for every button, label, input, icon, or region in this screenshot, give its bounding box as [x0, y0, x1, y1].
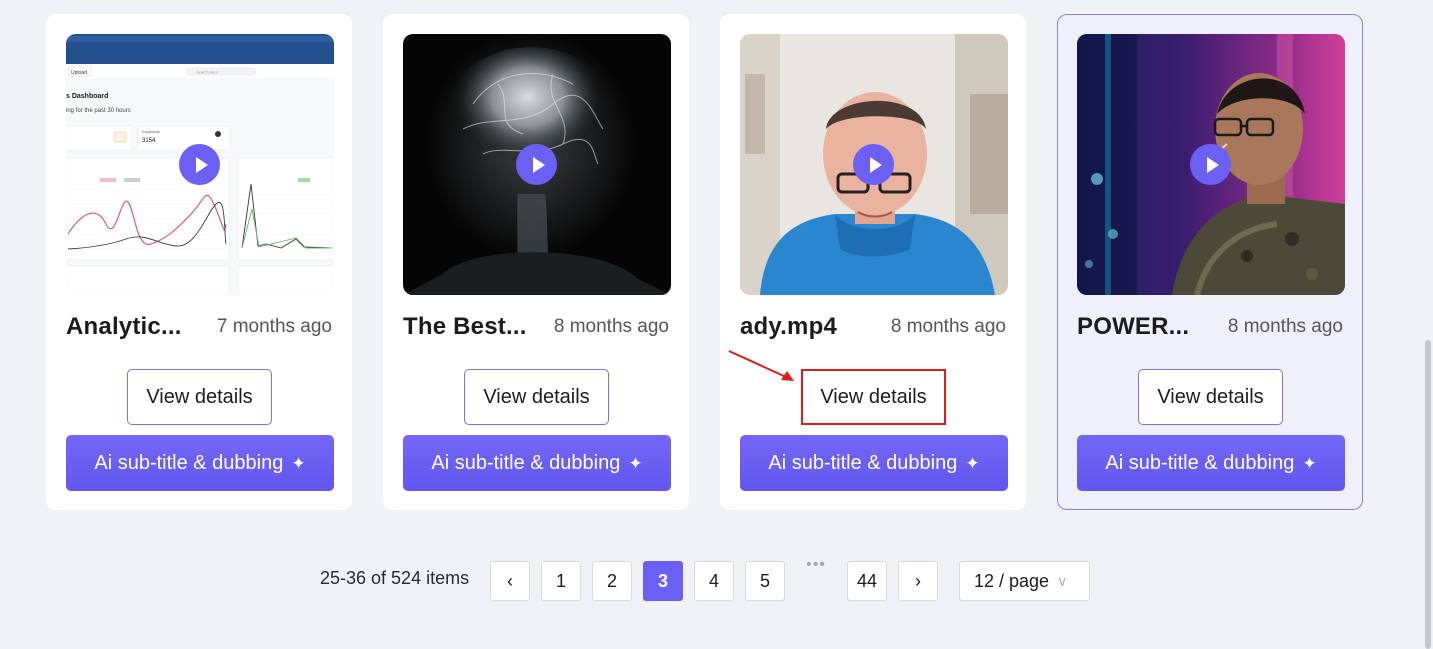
view-details-button[interactable]: View details: [801, 369, 946, 425]
ai-button-label: Ai sub-title & dubbing: [1105, 451, 1295, 474]
pagination-total: 25-36 of 524 items: [320, 568, 470, 588]
video-card[interactable]: Upload Search here s Dashboard ing for t…: [46, 14, 352, 510]
video-card-selected[interactable]: POWER... 8 months ago View details Ai su…: [1057, 14, 1363, 510]
pagination-next-button[interactable]: ›: [898, 561, 938, 601]
video-thumbnail[interactable]: [403, 34, 671, 295]
video-card[interactable]: ady.mp4 8 months ago View details Ai sub…: [720, 14, 1026, 510]
video-date: 8 months ago: [1227, 316, 1343, 337]
pagination-page-4[interactable]: 4: [694, 561, 734, 601]
video-title: The Best...: [403, 313, 527, 340]
view-details-button[interactable]: View details: [464, 369, 609, 425]
video-thumbnail[interactable]: Upload Search here s Dashboard ing for t…: [66, 34, 334, 295]
play-icon: [195, 156, 208, 173]
play-button[interactable]: [179, 144, 220, 185]
pagination-page-2[interactable]: 2: [592, 561, 632, 601]
ai-button-label: Ai sub-title & dubbing: [768, 451, 958, 474]
scrollbar-thumb[interactable]: [1425, 340, 1431, 649]
video-date: 7 months ago: [216, 316, 332, 337]
ai-button-label: Ai sub-title & dubbing: [431, 451, 621, 474]
page-size-value: 12 / page: [974, 570, 1050, 591]
pagination-prev-button[interactable]: ‹: [490, 561, 530, 601]
pagination-ellipsis[interactable]: •••: [800, 556, 832, 574]
video-thumbnail[interactable]: [740, 34, 1008, 295]
ai-button-label: Ai sub-title & dubbing: [94, 451, 284, 474]
video-title: ady.mp4: [740, 313, 837, 340]
sparkle-icon: ✦: [965, 454, 980, 473]
video-date: 8 months ago: [890, 316, 1006, 337]
page-size-select[interactable]: 12 / page ∨: [959, 561, 1090, 601]
vertical-scrollbar[interactable]: [1421, 0, 1433, 649]
chevron-down-icon: ∨: [1057, 572, 1068, 589]
thumb-stat-value: 3154: [142, 138, 156, 144]
sparkle-icon: ✦: [1302, 454, 1317, 473]
sparkle-icon: ✦: [628, 454, 643, 473]
annotation-arrow-icon: [728, 350, 794, 381]
pagination-page-3-current[interactable]: 3: [643, 561, 683, 601]
play-button[interactable]: [1190, 144, 1231, 185]
pagination-page-1[interactable]: 1: [541, 561, 581, 601]
play-icon: [532, 156, 545, 173]
thumb-heading: s Dashboard: [66, 93, 108, 100]
pagination-page-last[interactable]: 44: [847, 561, 887, 601]
play-icon: [869, 156, 882, 173]
view-details-button[interactable]: View details: [1138, 369, 1283, 425]
ai-subtitle-dubbing-button[interactable]: Ai sub-title & dubbing ✦: [403, 435, 671, 491]
video-card[interactable]: The Best... 8 months ago View details Ai…: [383, 14, 689, 510]
thumb-tab-label: Upload: [71, 70, 87, 76]
video-thumbnail[interactable]: [1077, 34, 1345, 295]
ai-subtitle-dubbing-button[interactable]: Ai sub-title & dubbing ✦: [1077, 435, 1345, 491]
video-gallery: Upload Search here s Dashboard ing for t…: [0, 0, 1433, 649]
chevron-left-icon: ‹: [507, 570, 513, 591]
view-details-button[interactable]: View details: [127, 369, 272, 425]
ai-subtitle-dubbing-button[interactable]: Ai sub-title & dubbing ✦: [740, 435, 1008, 491]
ai-subtitle-dubbing-button[interactable]: Ai sub-title & dubbing ✦: [66, 435, 334, 491]
play-button[interactable]: [516, 144, 557, 185]
video-title: Analytic...: [66, 313, 182, 340]
thumb-search-placeholder: Search here: [196, 70, 219, 75]
chevron-right-icon: ›: [915, 570, 921, 591]
thumb-subheading: ing for the past 30 hours: [66, 108, 131, 114]
video-title: POWER...: [1077, 313, 1190, 340]
thumb-stat-label: Keywords: [142, 129, 160, 134]
video-date: 8 months ago: [553, 316, 669, 337]
pagination-page-5[interactable]: 5: [745, 561, 785, 601]
play-icon: [1206, 156, 1219, 173]
play-button[interactable]: [853, 144, 894, 185]
sparkle-icon: ✦: [291, 454, 306, 473]
